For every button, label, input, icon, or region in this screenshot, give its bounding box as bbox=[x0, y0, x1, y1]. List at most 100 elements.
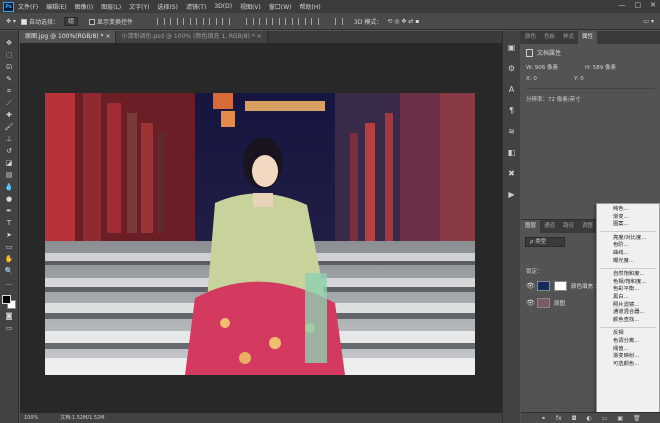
tab-psd[interactable]: 小清新调色.psd @ 100% (颜色填充 1, RGB/8) * × bbox=[116, 31, 268, 43]
menu-item-black-white[interactable]: 黑白... bbox=[597, 294, 659, 302]
crop-tool-icon[interactable]: ⌗ bbox=[4, 87, 15, 96]
menu-file[interactable]: 文件(F) bbox=[18, 2, 38, 11]
height-field[interactable]: H: 589 像素 bbox=[585, 63, 616, 71]
eraser-tool-icon[interactable]: ◪ bbox=[4, 159, 15, 168]
menu-item-photo-filter[interactable]: 照片滤镜... bbox=[597, 302, 659, 310]
tab-swatches[interactable]: 色板 bbox=[540, 31, 559, 44]
document-size[interactable]: 文档:1.52M/1.52M bbox=[60, 413, 104, 423]
new-adjustment-layer-icon[interactable]: ◐ bbox=[586, 413, 591, 423]
healing-brush-tool-icon[interactable]: ✚ bbox=[4, 111, 15, 120]
quick-mask-icon[interactable]: ◙ bbox=[4, 312, 15, 321]
transform-controls-checkbox[interactable]: 显示变换控件 bbox=[88, 17, 133, 26]
menu-item-channel-mixer[interactable]: 通道混合器... bbox=[597, 309, 659, 317]
menu-item-threshold[interactable]: 阈值... bbox=[597, 346, 659, 354]
align-bottom-icon[interactable] bbox=[183, 17, 191, 25]
menu-item-gradient-map[interactable]: 渐变映射... bbox=[597, 353, 659, 361]
menu-edit[interactable]: 编辑(E) bbox=[46, 2, 66, 11]
brush-settings-icon[interactable]: ≋ bbox=[507, 127, 516, 136]
dodge-tool-icon[interactable]: ● bbox=[4, 195, 15, 204]
maximize-icon[interactable]: □ bbox=[635, 1, 642, 9]
visibility-eye-icon[interactable]: 👁 bbox=[526, 299, 535, 307]
link-layers-icon[interactable]: ⚭ bbox=[541, 413, 546, 423]
menu-item-selective-color[interactable]: 可选颜色... bbox=[597, 361, 659, 369]
align-right-icon[interactable] bbox=[222, 17, 230, 25]
delete-layer-icon[interactable]: 🗑 bbox=[633, 413, 641, 423]
pen-tool-icon[interactable]: ✒ bbox=[4, 207, 15, 216]
menu-item-posterize[interactable]: 色调分离... bbox=[597, 338, 659, 346]
distribute-center-icon[interactable] bbox=[298, 17, 306, 25]
menu-3d[interactable]: 3D(D) bbox=[214, 3, 232, 10]
new-group-icon[interactable]: ▭ bbox=[602, 413, 608, 423]
canvas-area[interactable] bbox=[20, 43, 502, 413]
distribute-top-icon[interactable] bbox=[246, 17, 254, 25]
actions-play-icon[interactable]: ▶ bbox=[507, 190, 516, 199]
tab-adjustments[interactable]: 调整 bbox=[578, 220, 597, 233]
tab-properties[interactable]: 属性 bbox=[578, 31, 598, 44]
document-photo[interactable] bbox=[45, 93, 475, 375]
add-mask-icon[interactable]: ◘ bbox=[572, 413, 577, 423]
distribute-middle-icon[interactable] bbox=[259, 17, 267, 25]
auto-select-dropdown[interactable]: 组 bbox=[63, 16, 78, 26]
shape-tool-icon[interactable]: ▭ bbox=[4, 243, 15, 252]
auto-align-icon[interactable] bbox=[335, 17, 343, 25]
menu-type[interactable]: 文字(Y) bbox=[129, 2, 149, 11]
properties-icon[interactable]: ⚙ bbox=[507, 64, 516, 73]
color-swatches[interactable] bbox=[2, 295, 16, 309]
distribute-right-icon[interactable] bbox=[311, 17, 319, 25]
menu-item-invert[interactable]: 反相 bbox=[597, 330, 659, 338]
menu-image[interactable]: 图像(I) bbox=[75, 2, 93, 11]
tab-original-jpg[interactable]: 原图.jpg @ 100%(RGB/8) * × bbox=[20, 31, 117, 43]
move-tool-icon[interactable]: ✥ ▾ bbox=[6, 18, 16, 25]
visibility-eye-icon[interactable]: 👁 bbox=[526, 282, 535, 290]
y-field[interactable]: Y: 0 bbox=[574, 76, 616, 82]
distribute-left-icon[interactable] bbox=[285, 17, 293, 25]
eyedropper-tool-icon[interactable]: ⟋ bbox=[4, 99, 15, 108]
new-layer-icon[interactable]: ▣ bbox=[617, 413, 623, 423]
distribute-bottom-icon[interactable] bbox=[272, 17, 280, 25]
brush-tool-icon[interactable]: 🖌 bbox=[4, 123, 15, 132]
menu-help[interactable]: 帮助(H) bbox=[300, 2, 321, 11]
zoom-tool-icon[interactable]: 🔍 bbox=[4, 267, 15, 276]
hand-tool-icon[interactable]: ✋ bbox=[4, 255, 15, 264]
close-icon[interactable]: ✕ bbox=[650, 1, 656, 9]
auto-select-checkbox[interactable]: 自动选择： bbox=[20, 17, 59, 26]
align-top-icon[interactable] bbox=[157, 17, 165, 25]
tab-paths[interactable]: 路径 bbox=[559, 220, 578, 233]
lasso-tool-icon[interactable]: ᘏ bbox=[4, 63, 15, 72]
menu-view[interactable]: 视图(V) bbox=[240, 2, 261, 11]
x-field[interactable]: X: 0 bbox=[526, 76, 537, 82]
tab-channels[interactable]: 通道 bbox=[540, 220, 559, 233]
width-field[interactable]: W: 906 像素 bbox=[526, 63, 558, 71]
menu-item-levels[interactable]: 色阶... bbox=[597, 242, 659, 250]
more-tools-icon[interactable]: … bbox=[4, 279, 15, 288]
clone-stamp-tool-icon[interactable]: ⊥ bbox=[4, 135, 15, 144]
menu-filter[interactable]: 滤镜(T) bbox=[186, 2, 206, 11]
gradient-tool-icon[interactable]: ▤ bbox=[4, 171, 15, 180]
zoom-level[interactable]: 100% bbox=[24, 413, 38, 423]
align-center-icon[interactable] bbox=[209, 17, 217, 25]
marquee-tool-icon[interactable]: ⬚ bbox=[4, 51, 15, 60]
align-left-icon[interactable] bbox=[196, 17, 204, 25]
tab-layers[interactable]: 图层 bbox=[521, 220, 541, 233]
menu-item-curves[interactable]: 曲线... bbox=[597, 250, 659, 258]
menu-window[interactable]: 窗口(W) bbox=[269, 2, 292, 11]
quick-select-tool-icon[interactable]: ✎ bbox=[4, 75, 15, 84]
tools-cross-icon[interactable]: ✖ bbox=[507, 169, 516, 178]
menu-layer[interactable]: 图层(L) bbox=[101, 2, 121, 11]
screen-mode-icon[interactable]: ▭ bbox=[4, 324, 15, 333]
align-middle-icon[interactable] bbox=[170, 17, 178, 25]
menu-item-exposure[interactable]: 曝光度... bbox=[597, 258, 659, 266]
menu-item-solid-color[interactable]: 纯色... bbox=[597, 206, 659, 214]
move-tool-icon[interactable]: ✥ bbox=[4, 39, 15, 48]
history-brush-tool-icon[interactable]: ↺ bbox=[4, 147, 15, 156]
tab-color[interactable]: 颜色 bbox=[521, 31, 540, 44]
minimize-icon[interactable]: — bbox=[619, 1, 626, 9]
path-select-tool-icon[interactable]: ➤ bbox=[4, 231, 15, 240]
workspace-icon[interactable]: ▭ ▾ bbox=[643, 18, 654, 25]
layer-filter-dropdown[interactable]: ρ 类型 bbox=[525, 237, 565, 247]
3d-rotate-icon[interactable]: ⟲ ◎ ✥ ⇄ ▪ bbox=[387, 18, 419, 25]
tool-presets-icon[interactable]: ◧ bbox=[507, 148, 516, 157]
type-tool-icon[interactable]: T bbox=[4, 219, 15, 228]
layer-style-icon[interactable]: fx bbox=[556, 413, 562, 423]
menu-item-vibrance[interactable]: 自然饱和度... bbox=[597, 271, 659, 279]
